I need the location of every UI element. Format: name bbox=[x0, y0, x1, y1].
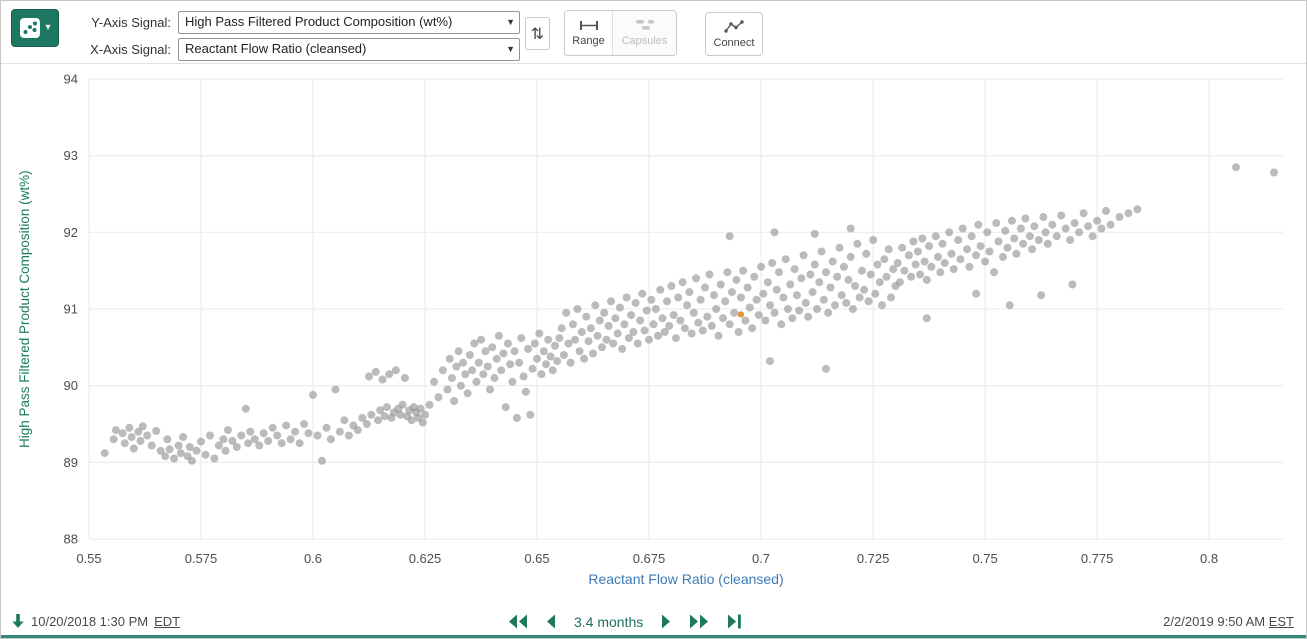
svg-text:0.575: 0.575 bbox=[185, 551, 218, 566]
start-timezone-link[interactable]: EDT bbox=[154, 614, 180, 629]
start-datetime[interactable]: 10/20/2018 1:30 PM bbox=[31, 614, 148, 629]
x-axis-signal-label: X-Axis Signal: bbox=[67, 38, 171, 61]
range-capsules-button-group: Range Capsules bbox=[564, 10, 677, 56]
svg-text:92: 92 bbox=[64, 225, 78, 240]
scatterplot-workbench-view: ▾ Y-Axis Signal: High Pass Filtered Prod… bbox=[0, 0, 1307, 639]
connect-icon bbox=[724, 20, 744, 33]
bottom-accent-bar bbox=[1, 635, 1306, 638]
y-axis-signal-select[interactable]: High Pass Filtered Product Composition (… bbox=[178, 11, 520, 34]
scatterplot-icon bbox=[19, 17, 41, 39]
svg-text:0.8: 0.8 bbox=[1200, 551, 1218, 566]
capsules-icon bbox=[635, 19, 655, 31]
x-axis-signal-value: Reactant Flow Ratio (cleansed) bbox=[185, 41, 366, 56]
svg-text:0.65: 0.65 bbox=[524, 551, 549, 566]
svg-text:89: 89 bbox=[64, 455, 78, 470]
fast-backward-icon bbox=[507, 613, 528, 630]
svg-text:91: 91 bbox=[64, 302, 78, 317]
jump-to-end-button[interactable] bbox=[725, 611, 744, 632]
swap-axes-button[interactable]: ⇅ bbox=[525, 17, 550, 50]
time-range-navigation: 3.4 months bbox=[505, 611, 744, 632]
range-button[interactable]: Range bbox=[565, 11, 612, 55]
capsules-button[interactable]: Capsules bbox=[612, 11, 676, 55]
x-axis-title: Reactant Flow Ratio (cleansed) bbox=[89, 571, 1283, 587]
svg-text:0.55: 0.55 bbox=[76, 551, 101, 566]
connect-button-label: Connect bbox=[714, 37, 755, 49]
step-backward-icon bbox=[545, 613, 556, 630]
y-axis-signal-value: High Pass Filtered Product Composition (… bbox=[185, 14, 452, 29]
display-range-end: 2/2/2019 9:50 AM EST bbox=[1163, 614, 1294, 629]
y-tick-labels: 88 89 90 91 92 93 94 bbox=[64, 72, 78, 547]
scatter-chart[interactable]: 0.55 0.575 0.6 0.625 0.65 0.675 0.7 0.725 0.75 0.… bbox=[1, 65, 1307, 595]
svg-text:94: 94 bbox=[64, 72, 78, 87]
capsules-button-label: Capsules bbox=[622, 35, 668, 47]
range-button-label: Range bbox=[572, 35, 604, 47]
svg-text:0.675: 0.675 bbox=[633, 551, 666, 566]
arrow-down-icon bbox=[11, 613, 25, 629]
chart-type-button[interactable]: ▾ bbox=[11, 9, 59, 47]
select-arrow-icon: ▼ bbox=[506, 44, 515, 54]
svg-text:0.6: 0.6 bbox=[304, 551, 322, 566]
scatter-points bbox=[101, 163, 1278, 465]
x-axis-signal-select[interactable]: Reactant Flow Ratio (cleansed) ▼ bbox=[178, 38, 520, 61]
select-arrow-icon: ▼ bbox=[506, 17, 515, 27]
highlight-point bbox=[738, 311, 744, 317]
fast-backward-button[interactable] bbox=[505, 611, 530, 632]
display-range-start: 10/20/2018 1:30 PM EDT bbox=[11, 613, 180, 629]
svg-text:0.7: 0.7 bbox=[752, 551, 770, 566]
end-datetime[interactable]: 2/2/2019 9:50 AM bbox=[1163, 614, 1265, 629]
svg-text:0.775: 0.775 bbox=[1081, 551, 1114, 566]
svg-text:0.75: 0.75 bbox=[972, 551, 997, 566]
range-icon bbox=[579, 20, 599, 31]
y-axis-title: High Pass Filtered Product Composition (… bbox=[17, 79, 37, 539]
toolbar: ▾ Y-Axis Signal: High Pass Filtered Prod… bbox=[1, 1, 1306, 64]
svg-text:0.625: 0.625 bbox=[409, 551, 442, 566]
chevron-down-icon: ▾ bbox=[45, 23, 50, 33]
fast-forward-button[interactable] bbox=[687, 611, 712, 632]
x-tick-labels: 0.55 0.575 0.6 0.625 0.65 0.675 0.7 0.725 0.75 0.… bbox=[76, 551, 1218, 566]
svg-text:0.725: 0.725 bbox=[857, 551, 890, 566]
end-timezone-link[interactable]: EST bbox=[1269, 614, 1294, 629]
y-axis-signal-label: Y-Axis Signal: bbox=[67, 11, 171, 34]
step-backward-button[interactable] bbox=[543, 611, 558, 632]
fast-forward-icon bbox=[689, 613, 710, 630]
svg-text:90: 90 bbox=[64, 378, 78, 393]
step-forward-button[interactable] bbox=[659, 611, 674, 632]
jump-to-end-icon bbox=[727, 613, 742, 630]
svg-text:88: 88 bbox=[64, 532, 78, 547]
svg-text:93: 93 bbox=[64, 148, 78, 163]
connect-button[interactable]: Connect bbox=[705, 12, 763, 56]
step-forward-icon bbox=[661, 613, 672, 630]
duration-label[interactable]: 3.4 months bbox=[571, 614, 646, 630]
